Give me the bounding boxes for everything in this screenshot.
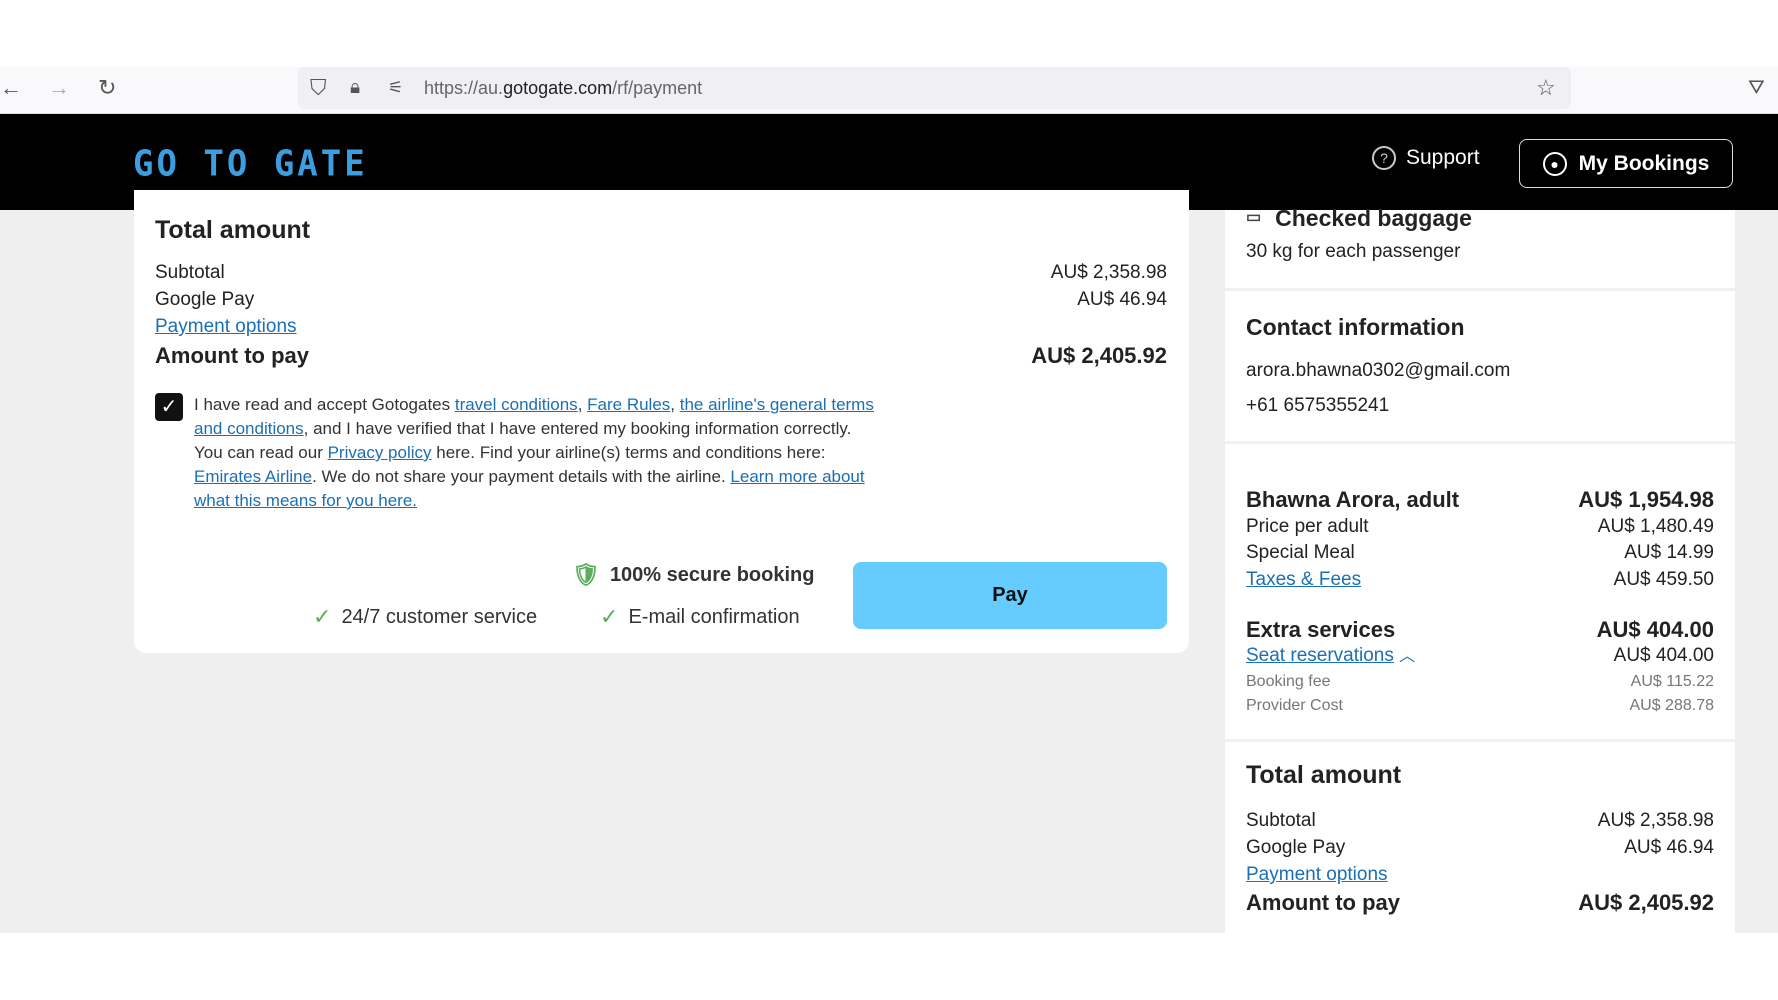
checked-baggage-heading: ▭ Checked baggage xyxy=(1246,204,1714,232)
browser-toolbar: ← → ↻ ⛉ 🔒︎ ⚟ ☆ https://au.gotogate.com/r… xyxy=(0,67,1778,114)
emirates-airline-link[interactable]: Emirates Airline xyxy=(194,467,312,486)
feature-label: 24/7 customer service xyxy=(341,606,538,628)
email-confirmation-feature: ✓ E-mail confirmation xyxy=(600,603,800,631)
value: AU$ 2,358.98 xyxy=(1597,810,1714,831)
label: Subtotal xyxy=(155,262,225,283)
terms-checkbox[interactable]: ✓ xyxy=(155,393,183,421)
reload-icon[interactable]: ↻ xyxy=(98,67,116,109)
secure-booking-badge: 🛡︎ 100% secure booking xyxy=(572,561,814,589)
baggage-description: 30 kg for each passenger xyxy=(1246,241,1461,262)
subtotal-row: Subtotal AU$ 2,358.98 xyxy=(1246,808,1714,834)
value: AU$ 1,954.98 xyxy=(1578,487,1714,512)
label: Extra services xyxy=(1246,617,1396,642)
label: Subtotal xyxy=(1246,810,1316,831)
pay-button[interactable]: Pay xyxy=(853,562,1167,629)
label: Amount to pay xyxy=(155,343,309,368)
gpay-row: Google Pay AU$ 46.94 xyxy=(155,287,1167,313)
bookmark-star-icon[interactable]: ☆ xyxy=(1536,67,1556,109)
support-label: Support xyxy=(1406,146,1480,169)
label: Google Pay xyxy=(1246,837,1346,858)
price-row: Price per adult AU$ 1,480.49 xyxy=(1246,514,1714,540)
price-row: Taxes & Fees AU$ 459.50 xyxy=(1246,567,1714,593)
support-link[interactable]: ? Support xyxy=(1372,146,1480,170)
chevron-up-icon[interactable]: ︿ xyxy=(1399,648,1415,665)
value: AU$ 46.94 xyxy=(1077,289,1167,310)
heading-text: Checked baggage xyxy=(1275,205,1472,231)
payment-options-link[interactable]: Payment options xyxy=(1246,862,1388,888)
total-amount-heading: Total amount xyxy=(155,216,311,244)
my-bookings-label: My Bookings xyxy=(1578,151,1710,175)
extra-services-row: Extra services AU$ 404.00 xyxy=(1246,616,1714,644)
label: Booking fee xyxy=(1246,673,1331,690)
value: AU$ 46.94 xyxy=(1624,837,1714,858)
permissions-icon[interactable]: ⚟ xyxy=(388,67,403,109)
customer-service-feature: ✓ 24/7 customer service xyxy=(313,603,537,631)
value: AU$ 459.50 xyxy=(1613,569,1714,590)
back-icon[interactable]: ← xyxy=(0,67,22,109)
value: AU$ 404.00 xyxy=(1596,617,1714,642)
seat-reservations-link[interactable]: Seat reservations xyxy=(1246,645,1394,666)
lock-icon[interactable]: 🔒︎ xyxy=(350,67,360,109)
value: AU$ 2,358.98 xyxy=(1050,262,1167,283)
amount-to-pay-row: Amount to pay AU$ 2,405.92 xyxy=(155,341,1167,371)
value: AU$ 288.78 xyxy=(1629,697,1714,714)
travel-conditions-link[interactable]: travel conditions xyxy=(455,395,578,414)
my-bookings-button[interactable]: ● My Bookings xyxy=(1519,139,1733,188)
taxes-fees-link[interactable]: Taxes & Fees xyxy=(1246,567,1361,593)
divider xyxy=(1225,288,1735,291)
divider xyxy=(1225,739,1735,742)
price-row: Special Meal AU$ 14.99 xyxy=(1246,540,1714,566)
gotogate-logo[interactable]: GO TO GATE xyxy=(133,143,368,185)
subtotal-row: Subtotal AU$ 2,358.98 xyxy=(155,260,1167,286)
label: Special Meal xyxy=(1246,542,1355,563)
pocket-icon[interactable]: ⛛ xyxy=(1748,67,1765,109)
summary-total-heading: Total amount xyxy=(1246,761,1402,789)
feature-label: E-mail confirmation xyxy=(628,606,800,628)
label: Bhawna Arora, adult xyxy=(1246,487,1460,512)
label: Price per adult xyxy=(1246,516,1369,537)
check-icon: ✓ xyxy=(600,604,619,629)
help-icon: ? xyxy=(1372,146,1396,170)
passenger-row: Bhawna Arora, adult AU$ 1,954.98 xyxy=(1246,486,1714,514)
label: Google Pay xyxy=(155,289,255,310)
provider-cost-row: Provider Cost AU$ 288.78 xyxy=(1246,693,1714,719)
fare-rules-link[interactable]: Fare Rules xyxy=(587,395,670,414)
amount-to-pay-row: Amount to pay AU$ 2,405.92 xyxy=(1246,888,1714,918)
label: Provider Cost xyxy=(1246,697,1343,714)
payment-options-link[interactable]: Payment options xyxy=(155,314,297,340)
contact-email: arora.bhawna0302@gmail.com xyxy=(1246,360,1511,381)
user-icon: ● xyxy=(1542,151,1567,176)
divider xyxy=(1225,441,1735,444)
value: AU$ 2,405.92 xyxy=(1031,343,1167,368)
check-icon: ✓ xyxy=(313,604,332,629)
value: AU$ 404.00 xyxy=(1613,645,1714,666)
value: AU$ 115.22 xyxy=(1630,673,1714,690)
seat-row: Seat reservations ︿ AU$ 404.00 xyxy=(1246,643,1714,670)
shield-check-icon: 🛡︎ xyxy=(572,562,600,587)
shield-icon[interactable]: ⛉ xyxy=(310,67,327,109)
gpay-row: Google Pay AU$ 46.94 xyxy=(1246,835,1714,861)
terms-text: I have read and accept Gotogates travel … xyxy=(194,395,874,510)
forward-icon[interactable]: → xyxy=(48,67,70,109)
url-text[interactable]: https://au.gotogate.com/rf/payment xyxy=(424,67,702,109)
value: AU$ 2,405.92 xyxy=(1578,890,1714,915)
secure-label: 100% secure booking xyxy=(609,564,815,586)
contact-phone: +61 6575355241 xyxy=(1246,395,1390,416)
privacy-policy-link[interactable]: Privacy policy xyxy=(328,443,432,462)
label: Amount to pay xyxy=(1246,890,1400,915)
luggage-icon: ▭ xyxy=(1246,209,1262,226)
value: AU$ 1,480.49 xyxy=(1597,516,1714,537)
booking-fee-row: Booking fee AU$ 115.22 xyxy=(1246,669,1714,695)
contact-heading: Contact information xyxy=(1246,314,1465,340)
value: AU$ 14.99 xyxy=(1624,542,1714,563)
